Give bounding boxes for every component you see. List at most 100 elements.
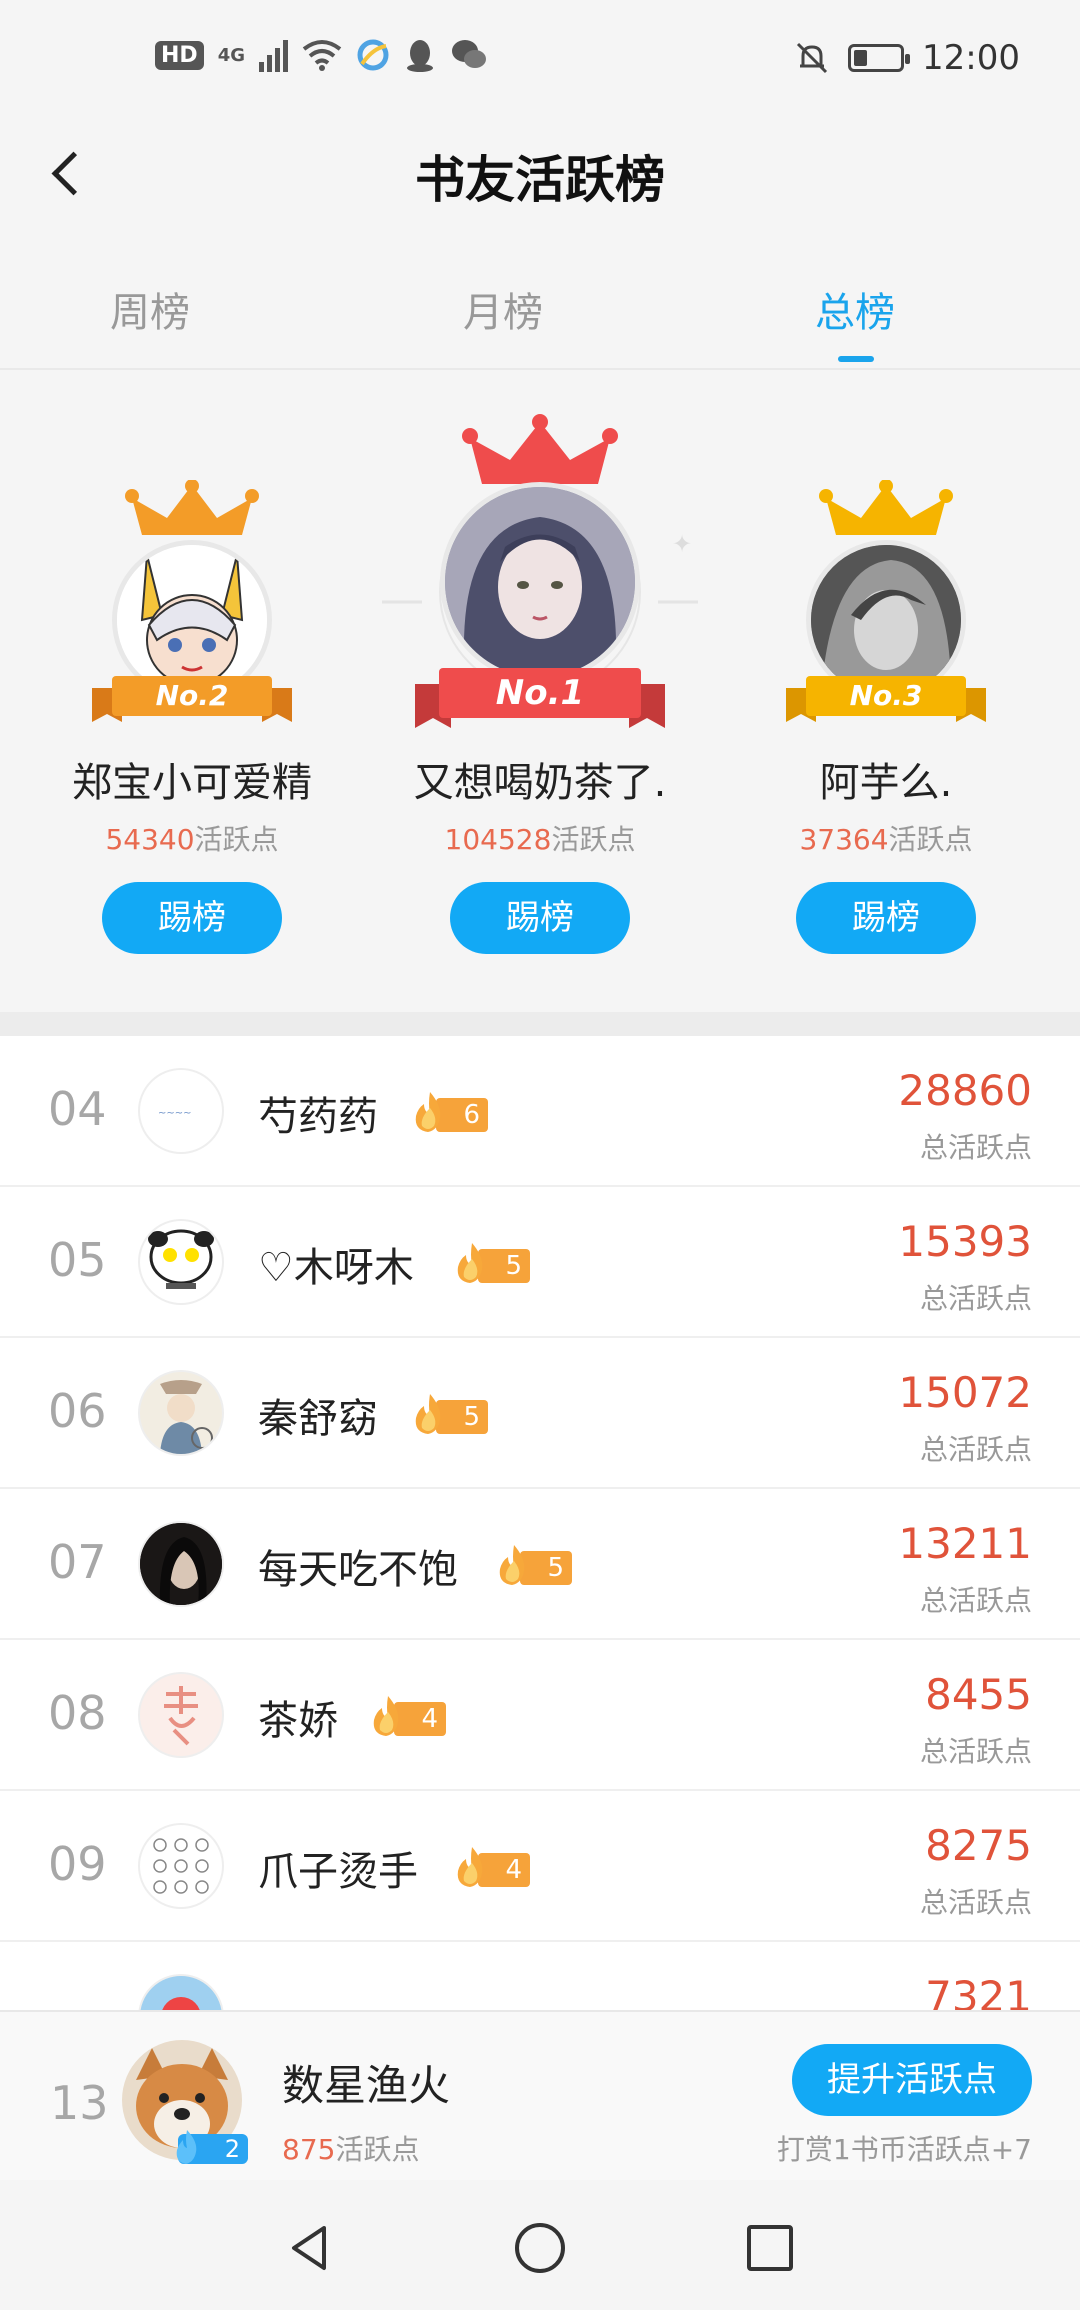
flame-icon: [176, 2130, 197, 2164]
avatar[interactable]: [138, 1521, 224, 1607]
avatar[interactable]: [138, 1823, 224, 1909]
crown-icon: [819, 480, 953, 535]
level-badge: 4: [452, 1847, 532, 1889]
podium-rank-2: No.2 郑宝小可爱精 54340活跃点 踢榜: [22, 372, 362, 1012]
reward-tip: 打赏1书币活跃点+7: [776, 2133, 1032, 2166]
podium-rank-3: No.3 阿芋么. 37364活跃点 踢榜: [716, 372, 1056, 1012]
activity-label: 总活跃点: [919, 1131, 1032, 1164]
rank-number: 04: [48, 1082, 107, 1136]
ranking-tabs: 周榜 月榜 总榜: [0, 260, 1080, 370]
section-divider: [0, 1012, 1080, 1036]
tab-indicator: [838, 356, 874, 362]
rank-number: 08: [48, 1686, 107, 1740]
kick-button[interactable]: 踢榜: [450, 882, 630, 954]
user-name: 爪子烫手: [258, 1849, 418, 1895]
rank-number: 09: [48, 1837, 107, 1891]
tab-total[interactable]: 总榜: [815, 280, 895, 338]
list-item[interactable]: 08 茶娇 4 8455 总活跃点: [0, 1640, 1080, 1791]
flame-icon: [457, 1243, 483, 1283]
avatar[interactable]: [138, 1974, 224, 2010]
podium-name: 又想喝奶茶了.: [413, 760, 667, 806]
avatar[interactable]: [440, 482, 640, 682]
page-title: 书友活跃榜: [415, 151, 665, 209]
activity-label: 总活跃点: [919, 1433, 1032, 1466]
my-rank-number: 13: [50, 2076, 109, 2130]
podium-points: 37364活跃点: [799, 823, 973, 856]
rank-number: 07: [48, 1535, 107, 1589]
rank-number: 05: [48, 1233, 107, 1287]
list-item[interactable]: 07 每天吃不饱 5 13211 总活跃点: [0, 1489, 1080, 1640]
status-right: 12:00: [794, 38, 1020, 78]
level-badge: 5: [410, 1394, 490, 1436]
flame-icon: [499, 1545, 525, 1585]
user-name: ♡木呀木: [258, 1245, 414, 1291]
browser-icon: [357, 39, 389, 71]
avatar[interactable]: [138, 1219, 224, 1305]
crown-icon: [125, 480, 259, 535]
activity-value: 7321: [925, 1972, 1032, 2010]
my-name: 数星渔火: [282, 2061, 451, 2110]
wifi-icon: [302, 40, 342, 71]
wechat-icon: [452, 40, 486, 68]
list-item[interactable]: 09 爪子烫手 4 8275 总活跃点: [0, 1791, 1080, 1942]
rank-number: 06: [48, 1384, 107, 1438]
tab-monthly[interactable]: 月榜: [463, 280, 543, 338]
rank-ribbon: No.2: [92, 672, 292, 728]
flame-icon: [415, 1394, 441, 1434]
activity-value: 8455: [925, 1670, 1032, 1719]
activity-label: 总活跃点: [919, 1735, 1032, 1768]
nav-back-icon[interactable]: [280, 2218, 340, 2278]
ranking-list[interactable]: 04 ~~~~ 芍药药 6 28860 总活跃点 05 ♡木呀木 5 15393…: [0, 1036, 1080, 2010]
list-item[interactable]: 04 ~~~~ 芍药药 6 28860 总活跃点: [0, 1036, 1080, 1187]
status-left-icons: HD 4G: [155, 38, 488, 72]
status-bar: HD 4G 12:00: [0, 0, 1080, 120]
level-badge: 4: [368, 1696, 448, 1738]
nav-recents-icon[interactable]: [740, 2218, 800, 2278]
crown-icon: [462, 414, 618, 484]
activity-label: 总活跃点: [919, 1584, 1032, 1617]
svg-text:✦: ✦: [672, 530, 692, 558]
user-name: 茶娇: [258, 1698, 338, 1744]
rank-ribbon: No.1: [415, 664, 665, 734]
level-badge: 5: [452, 1243, 532, 1285]
flame-icon: [415, 1092, 441, 1132]
flame-icon: [373, 1696, 399, 1736]
mute-bell-icon: [796, 42, 828, 74]
podium-points: 104528活跃点: [444, 823, 636, 856]
tab-weekly[interactable]: 周榜: [110, 280, 190, 338]
app-header: 书友活跃榜: [0, 120, 1080, 230]
clock: 12:00: [922, 38, 1020, 78]
activity-label: 总活跃点: [919, 1282, 1032, 1315]
top-three-podium: No.2 郑宝小可爱精 54340活跃点 踢榜 ✦ No.1 又想喝奶茶了. 1…: [0, 372, 1080, 1012]
activity-value: 13211: [898, 1519, 1032, 1568]
qq-icon: [407, 40, 433, 72]
level-badge: 5: [494, 1545, 574, 1587]
activity-value: 15393: [898, 1217, 1032, 1266]
user-name: 秦舒窈: [258, 1396, 378, 1442]
kick-button[interactable]: 踢榜: [102, 882, 282, 954]
activity-value: 15072: [898, 1368, 1032, 1417]
podium-name: 郑宝小可爱精: [72, 760, 312, 806]
activity-value: 8275: [925, 1821, 1032, 1870]
flame-icon: [457, 1847, 483, 1887]
activity-value: 28860: [898, 1066, 1032, 1115]
signal-icon: [259, 38, 288, 72]
list-item[interactable]: 05 ♡木呀木 5 15393 总活跃点: [0, 1187, 1080, 1338]
podium-name: 阿芋么.: [819, 760, 953, 806]
list-item[interactable]: 7321: [0, 1942, 1080, 2010]
hd-icon: HD: [155, 40, 204, 70]
kick-button[interactable]: 踢榜: [796, 882, 976, 954]
battery-icon: [848, 44, 911, 72]
list-item[interactable]: 06 秦舒窈 5 15072 总活跃点: [0, 1338, 1080, 1489]
nav-home-icon[interactable]: [510, 2218, 570, 2278]
boost-activity-button[interactable]: 提升活跃点: [792, 2044, 1032, 2116]
svg-text:~~~~: ~~~~: [158, 1108, 192, 1119]
podium-rank-1: ✦ No.1 又想喝奶茶了. 104528活跃点 踢榜: [370, 372, 710, 1012]
rank-ribbon: No.3: [786, 672, 986, 728]
podium-points: 54340活跃点: [105, 823, 279, 856]
avatar[interactable]: [138, 1672, 224, 1758]
network-type: 4G: [217, 44, 245, 66]
avatar[interactable]: ~~~~: [138, 1068, 224, 1154]
avatar[interactable]: [138, 1370, 224, 1456]
level-badge: 6: [410, 1092, 490, 1134]
